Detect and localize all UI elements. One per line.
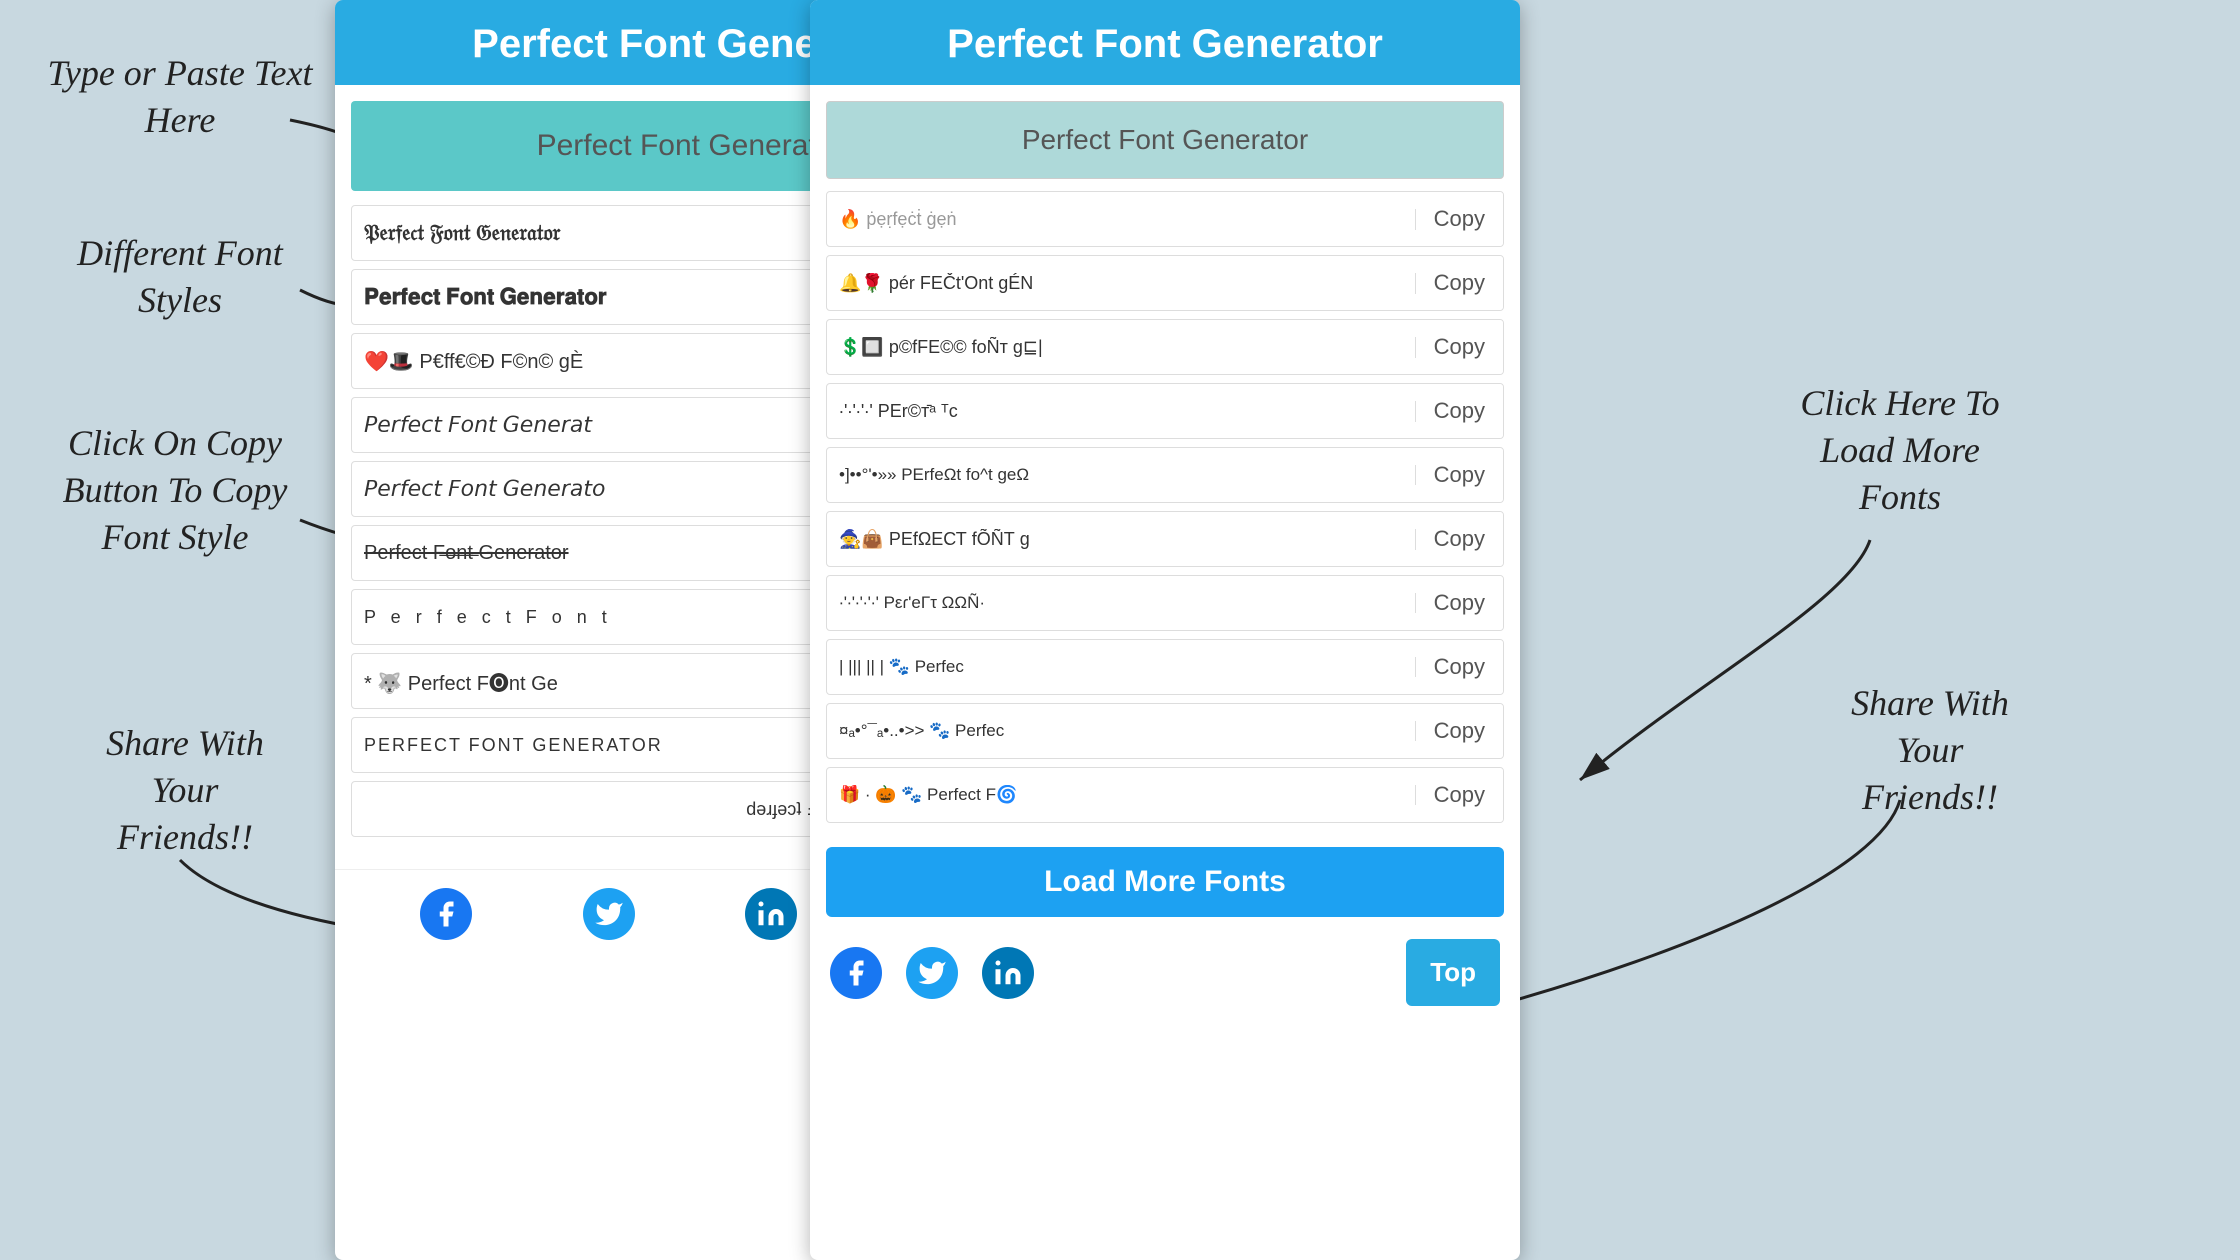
top-button[interactable]: Top [1406,939,1500,1006]
facebook-icon[interactable] [420,888,472,940]
font-text: 🔥 ṗẹṛfẹċṫ ġẹṅ [827,209,1416,230]
right-text-input: Perfect Font Generator [826,101,1504,179]
copy-button[interactable]: Copy [1416,640,1503,694]
right-font-row-9: 🎁 · 🎃 🐾 Perfect F🌀 Copy [826,767,1504,823]
copy-button[interactable]: Copy [1416,320,1503,374]
font-text: 💲🔲 p©fFE©© foÑт ɡ⊑| [827,337,1416,358]
annotation-share-left: Share WithYourFriends!! [50,720,320,860]
annotation-different-fonts: Different FontStyles [30,230,330,324]
right-font-row-1: 🔔🌹 pér FEČt'Ont gÉN Copy [826,255,1504,311]
copy-button[interactable]: Copy [1416,768,1503,822]
annotation-type-paste: Type or Paste Text Here [40,50,320,144]
copy-button[interactable]: Copy [1416,512,1503,566]
copy-button[interactable]: Copy [1416,384,1503,438]
twitter-icon[interactable] [583,888,635,940]
right-twitter-icon[interactable] [906,947,958,999]
right-phone-body: Perfect Font Generator 🔥 ṗẹṛfẹċṫ ġẹṅ Cop… [810,85,1520,847]
right-font-row-8: ¤ₐ•°¯ₐ•..•>> 🐾 Perfec Copy [826,703,1504,759]
font-text: | ||| || | 🐾 Perfec [827,657,1416,677]
right-phone-header: Perfect Font Generator [810,0,1520,85]
copy-button[interactable]: Copy [1416,256,1503,310]
right-font-row-2: 💲🔲 p©fFE©© foÑт ɡ⊑| Copy [826,319,1504,375]
font-text: 🎁 · 🎃 🐾 Perfect F🌀 [827,785,1416,805]
right-linkedin-icon[interactable] [982,947,1034,999]
font-text: ∙'∙'∙'∙' ΡΕr©ᴛ̄ᵃ ᵀc [827,401,1416,422]
copy-button[interactable]: Copy [1416,576,1503,630]
font-text: 🧙👜 ΡΕfΩΕСТ fÕÑТ g [827,529,1416,550]
load-more-button[interactable]: Load More Fonts [826,847,1504,917]
right-phone-title: Perfect Font Generator [830,22,1500,67]
font-text: 🔔🌹 pér FEČt'Ont gÉN [827,273,1416,294]
annotation-load-more: Click Here ToLoad MoreFonts [1730,380,2070,520]
right-font-row-6: ∙'∙'∙'∙'∙' Ρεɾ'eΓτ ΩΩÑ· Copy [826,575,1504,631]
right-font-row-5: 🧙👜 ΡΕfΩΕСТ fÕÑТ g Copy [826,511,1504,567]
right-font-row-3: ∙'∙'∙'∙' ΡΕr©ᴛ̄ᵃ ᵀc Copy [826,383,1504,439]
right-phone: Perfect Font Generator Perfect Font Gene… [810,0,1520,1260]
right-font-row-4: •]••°'•»» ΡΕrfeΩt fo^t geΩ Copy [826,447,1504,503]
copy-button[interactable]: Copy [1416,192,1503,246]
right-font-row-7: | ||| || | 🐾 Perfec Copy [826,639,1504,695]
right-facebook-icon[interactable] [830,947,882,999]
annotation-click-copy: Click On CopyButton To CopyFont Style [20,420,330,560]
right-bottom-bar: Top [810,925,1520,1020]
font-text: ¤ₐ•°¯ₐ•..•>> 🐾 Perfec [827,721,1416,741]
copy-button[interactable]: Copy [1416,704,1503,758]
font-text: ∙'∙'∙'∙'∙' Ρεɾ'eΓτ ΩΩÑ· [827,593,1416,613]
copy-button[interactable]: Copy [1416,448,1503,502]
linkedin-icon[interactable] [745,888,797,940]
font-text: •]••°'•»» ΡΕrfeΩt fo^t geΩ [827,465,1416,485]
right-social-row [830,947,1034,999]
right-font-row-partial: 🔥 ṗẹṛfẹċṫ ġẹṅ Copy [826,191,1504,247]
annotation-share-right: Share WithYourFriends!! [1760,680,2100,820]
